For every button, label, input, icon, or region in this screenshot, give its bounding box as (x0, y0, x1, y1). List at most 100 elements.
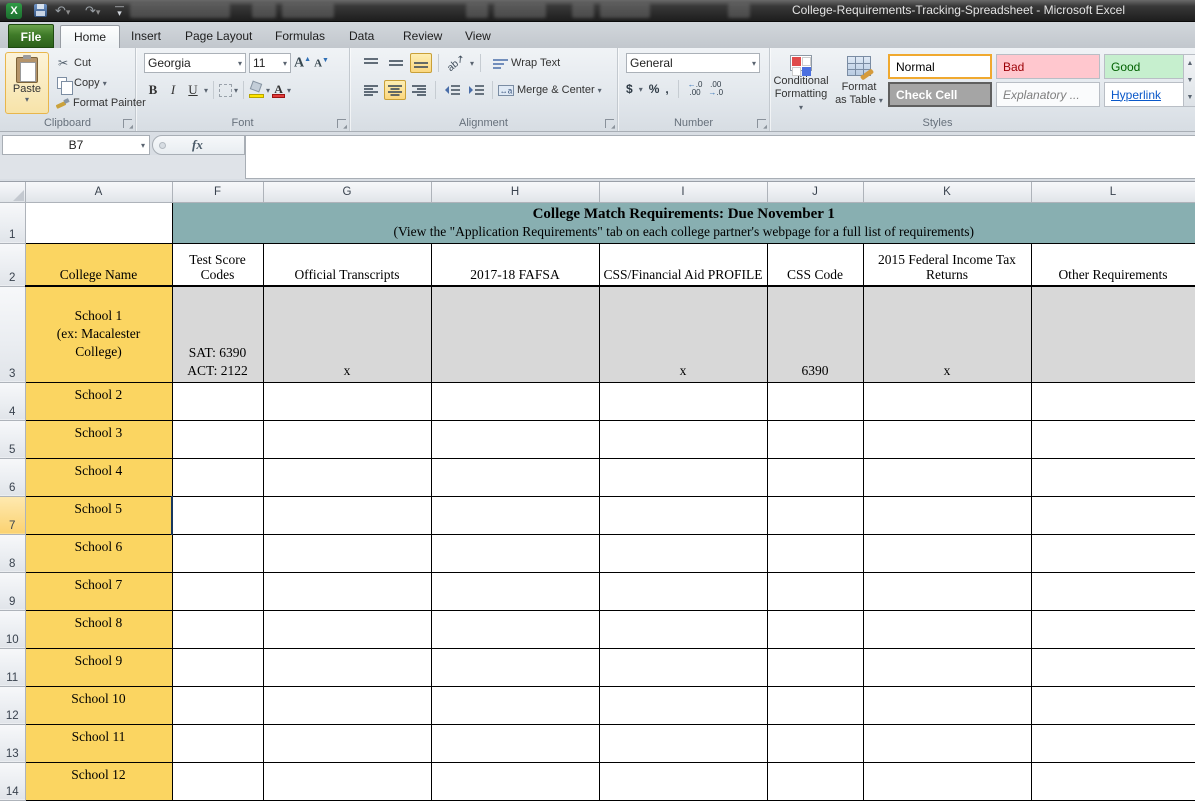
col-header-I[interactable]: I (599, 182, 767, 202)
col-header-G[interactable]: G (263, 182, 431, 202)
cell-school-name[interactable]: School 9 (25, 648, 172, 686)
cell-empty[interactable] (263, 724, 431, 762)
row-header-14[interactable]: 14 (0, 762, 25, 800)
cell-empty[interactable] (172, 534, 263, 572)
align-middle-icon[interactable] (385, 53, 407, 73)
font-color-dropdown-icon[interactable]: ▾ (287, 86, 291, 95)
cell-empty[interactable] (767, 762, 863, 800)
tab-view[interactable]: View (452, 25, 504, 48)
comma-style-icon[interactable]: , (665, 82, 668, 96)
increase-decimal-icon[interactable]: ←.0.00 (688, 81, 703, 97)
align-right-icon[interactable] (408, 80, 430, 100)
cell-empty[interactable] (1031, 686, 1195, 724)
select-all-corner[interactable] (0, 182, 25, 202)
row-header-2[interactable]: 2 (0, 243, 25, 286)
number-dialog-launcher-icon[interactable] (757, 119, 766, 128)
cell-empty[interactable] (767, 648, 863, 686)
row-header-3[interactable]: 3 (0, 286, 25, 382)
cell-empty[interactable] (263, 572, 431, 610)
decrease-decimal-icon[interactable]: .00→.0 (708, 81, 723, 97)
align-bottom-icon[interactable] (410, 53, 432, 73)
cell-empty[interactable] (172, 496, 263, 534)
style-hyperlink[interactable]: Hyperlink (1104, 82, 1195, 107)
font-color-icon[interactable]: A (272, 82, 285, 98)
merge-center-button[interactable]: ↔a Merge & Center ▾ (498, 84, 602, 96)
cell-school-name[interactable]: School 11 (25, 724, 172, 762)
styles-gallery-scroll[interactable]: ▲▼▼ (1183, 54, 1195, 107)
cell-empty[interactable] (599, 762, 767, 800)
cell-empty[interactable] (431, 420, 599, 458)
col-header-L[interactable]: L (1031, 182, 1195, 202)
increase-indent-icon[interactable] (465, 80, 487, 100)
insert-function-button[interactable]: fx (152, 135, 245, 155)
cell-empty[interactable] (599, 420, 767, 458)
font-dialog-launcher-icon[interactable] (337, 119, 346, 128)
cell-college-name-header[interactable]: College Name (25, 243, 172, 286)
cell-empty[interactable] (431, 724, 599, 762)
font-size-select[interactable]: 11▾ (249, 53, 291, 73)
cell-empty[interactable] (863, 458, 1031, 496)
cell-other-header[interactable]: Other Requirements (1031, 243, 1195, 286)
cell-empty[interactable] (1031, 420, 1195, 458)
clipboard-dialog-launcher-icon[interactable] (123, 119, 132, 128)
wrap-text-button[interactable]: Wrap Text (493, 57, 560, 69)
cell-empty[interactable] (263, 762, 431, 800)
format-painter-button[interactable]: Format Painter (55, 94, 146, 112)
cell-empty[interactable] (599, 686, 767, 724)
tab-insert[interactable]: Insert (118, 25, 174, 48)
row-header-8[interactable]: 8 (0, 534, 25, 572)
cell-empty[interactable] (863, 496, 1031, 534)
cell-empty[interactable] (172, 610, 263, 648)
cell-empty[interactable] (263, 648, 431, 686)
cell-empty[interactable] (263, 496, 431, 534)
cell-empty[interactable] (172, 458, 263, 496)
cell-empty[interactable] (1031, 382, 1195, 420)
fill-color-dropdown-icon[interactable]: ▾ (266, 86, 270, 95)
grow-font-icon[interactable]: A▲ (294, 55, 311, 72)
row-header-6[interactable]: 6 (0, 458, 25, 496)
cell-empty[interactable] (172, 420, 263, 458)
cell-empty[interactable] (1031, 534, 1195, 572)
cell-A1[interactable] (25, 202, 172, 243)
cell-empty[interactable] (767, 686, 863, 724)
alignment-dialog-launcher-icon[interactable] (605, 119, 614, 128)
col-header-A[interactable]: A (25, 182, 172, 202)
cell-empty[interactable] (863, 572, 1031, 610)
cell-school1-fafsa[interactable] (431, 286, 599, 382)
cell-school-name[interactable]: School 5 (25, 496, 172, 534)
cell-empty[interactable] (431, 382, 599, 420)
cell-empty[interactable] (172, 648, 263, 686)
shrink-font-icon[interactable]: A▼ (314, 56, 329, 70)
paste-dropdown-icon[interactable]: ▾ (25, 95, 29, 104)
align-center-icon[interactable] (384, 80, 406, 100)
style-explanatory[interactable]: Explanatory ... (996, 82, 1100, 107)
cell-school1-css-code[interactable]: 6390 (767, 286, 863, 382)
cell-empty[interactable] (863, 534, 1031, 572)
cell-empty[interactable] (431, 572, 599, 610)
borders-icon[interactable] (219, 84, 232, 97)
cell-css-profile-header[interactable]: CSS/Financial Aid PROFILE (599, 243, 767, 286)
cell-school1-other[interactable] (1031, 286, 1195, 382)
cut-button[interactable]: ✂ Cut (55, 54, 91, 72)
tab-formulas[interactable]: Formulas (262, 25, 338, 48)
cell-empty[interactable] (767, 724, 863, 762)
cell-empty[interactable] (431, 496, 599, 534)
cell-school-name[interactable]: School 3 (25, 420, 172, 458)
cell-school-name[interactable]: School 2 (25, 382, 172, 420)
number-format-select[interactable]: General▾ (626, 53, 760, 73)
cell-empty[interactable] (863, 686, 1031, 724)
cell-empty[interactable] (599, 724, 767, 762)
format-as-table-button[interactable]: Format as Table ▾ (832, 52, 886, 114)
style-normal[interactable]: Normal (888, 54, 992, 79)
tab-review[interactable]: Review (390, 25, 455, 48)
cell-school-name[interactable]: School 7 (25, 572, 172, 610)
underline-dropdown-icon[interactable]: ▾ (204, 86, 208, 95)
col-header-J[interactable]: J (767, 182, 863, 202)
col-header-F[interactable]: F (172, 182, 263, 202)
cell-empty[interactable] (863, 420, 1031, 458)
cell-empty[interactable] (1031, 648, 1195, 686)
cell-empty[interactable] (263, 420, 431, 458)
cell-fafsa-header[interactable]: 2017-18 FAFSA (431, 243, 599, 286)
row-header-11[interactable]: 11 (0, 648, 25, 686)
cell-school-name[interactable]: School 4 (25, 458, 172, 496)
